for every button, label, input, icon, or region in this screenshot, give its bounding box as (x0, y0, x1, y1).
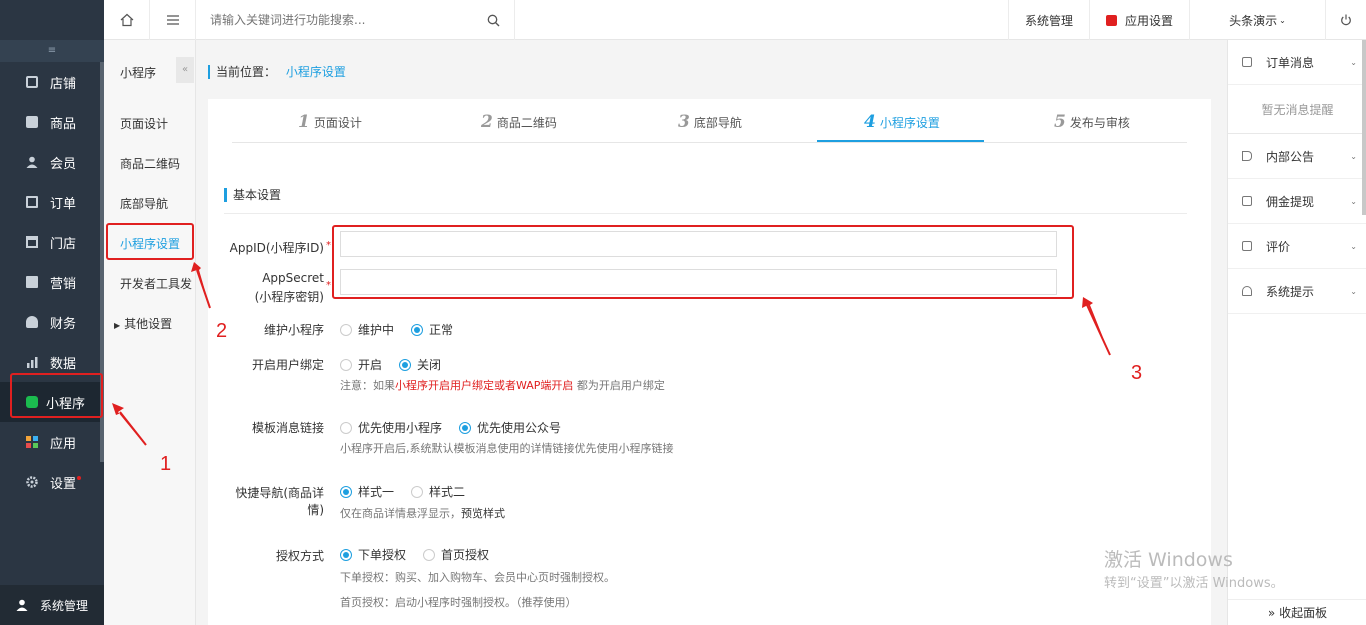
internal-notice-header[interactable]: 内部公告 ⌄ (1228, 134, 1366, 179)
document-icon (1242, 57, 1252, 67)
right-panel: 订单消息 ⌄ 暂无消息提醒 内部公告 ⌄ 佣金提现 ⌄ 评价 ⌄ 系统提示 ⌄ » 收起面… (1227, 40, 1366, 625)
annotation-arrows (112, 262, 1111, 446)
collapse-panel-button[interactable]: » 收起面板 (1228, 599, 1366, 625)
annotation-number-2: 2 (216, 320, 228, 342)
order-messages-header[interactable]: 订单消息 ⌄ (1228, 40, 1366, 85)
chevron-down-icon: ⌄ (1350, 286, 1357, 296)
system-tips-header[interactable]: 系统提示 ⌄ (1228, 269, 1366, 314)
activation-watermark-title: 激活 Windows (1104, 549, 1233, 571)
commission-header[interactable]: 佣金提现 ⌄ (1228, 179, 1366, 224)
wallet-icon (1242, 196, 1252, 206)
activation-watermark-text: 转到“设置”以激活 Windows。 (1104, 576, 1284, 591)
no-messages-text: 暂无消息提醒 (1228, 85, 1366, 134)
annotation-number-3: 3 (1131, 362, 1143, 384)
review-header[interactable]: 评价 ⌄ (1228, 224, 1366, 269)
comment-icon (1242, 241, 1252, 251)
chevron-down-icon: ⌄ (1350, 196, 1357, 206)
bell-icon (1242, 286, 1252, 296)
right-scrollbar[interactable] (1362, 40, 1366, 215)
chevron-down-icon: ⌄ (1350, 151, 1357, 161)
chevron-icon: ⌄ (1350, 57, 1357, 67)
annotation-number-1: 1 (160, 453, 172, 475)
chevron-down-icon: ⌄ (1350, 241, 1357, 251)
speaker-icon (1242, 151, 1252, 161)
